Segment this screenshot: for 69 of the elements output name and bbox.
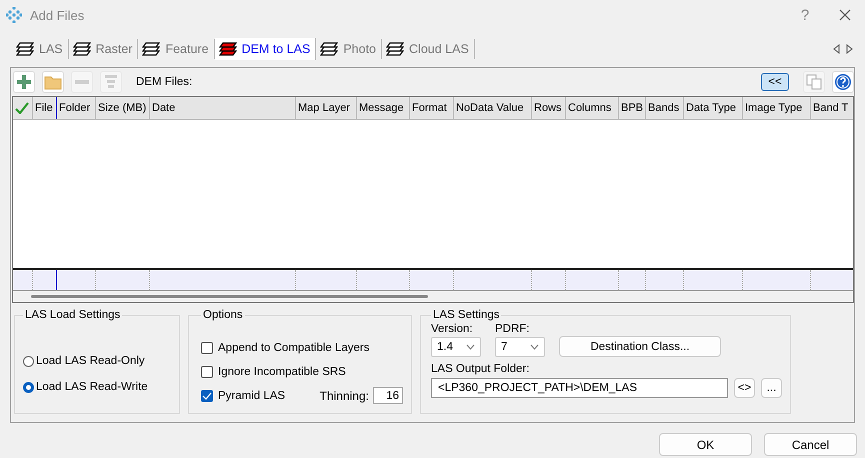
tab[interactable]: LAS bbox=[12, 39, 69, 59]
variable-button[interactable]: <> bbox=[734, 378, 755, 398]
checkbox-option[interactable]: Ignore Incompatible SRS bbox=[201, 366, 346, 378]
layers-icon bbox=[72, 42, 91, 56]
thinning-field[interactable]: 16 bbox=[373, 387, 403, 404]
scrollbar[interactable] bbox=[31, 295, 428, 298]
open-folder-button[interactable] bbox=[42, 71, 64, 93]
layers-icon bbox=[320, 42, 338, 56]
tab-scroll-right-icon[interactable] bbox=[846, 44, 853, 54]
column-header[interactable]: Columns bbox=[566, 97, 619, 119]
tab[interactable]: Feature bbox=[138, 39, 215, 59]
chevron-down-icon bbox=[466, 344, 475, 350]
layers-icon bbox=[218, 42, 237, 56]
radio-option[interactable]: Load LAS Read-Write bbox=[23, 381, 171, 393]
plus-icon bbox=[16, 74, 32, 90]
column-header[interactable]: Data Type bbox=[684, 97, 743, 119]
output-folder-field[interactable]: <LP360_PROJECT_PATH>\DEM_LAS bbox=[431, 378, 728, 398]
dialog-button[interactable]: Cancel bbox=[764, 433, 857, 456]
thinning-label: Thinning: bbox=[320, 388, 369, 402]
output-folder-label: LAS Output Folder: bbox=[431, 363, 530, 375]
help-icon bbox=[834, 73, 852, 91]
column-header[interactable]: BPB bbox=[619, 97, 646, 119]
version-label: Version: bbox=[431, 323, 474, 335]
tab[interactable]: Cloud LAS bbox=[382, 39, 475, 59]
checkbox-option[interactable]: Pyramid LAS bbox=[201, 390, 286, 402]
check-icon bbox=[15, 102, 29, 114]
column-header[interactable]: Date bbox=[150, 97, 296, 119]
chevron-down-icon bbox=[530, 344, 539, 350]
destination-class-button[interactable]: Destination Class... bbox=[559, 336, 721, 357]
app-icon bbox=[6, 7, 22, 23]
column-header[interactable] bbox=[13, 97, 33, 119]
column-header[interactable]: Bands bbox=[646, 97, 684, 119]
tab[interactable]: Raster bbox=[68, 39, 138, 59]
group-title: Options bbox=[202, 309, 244, 321]
filter-icon bbox=[103, 74, 119, 90]
column-header[interactable]: Image Type bbox=[743, 97, 811, 119]
column-header[interactable]: Size (MB) bbox=[96, 97, 150, 119]
tab-scroll-left-icon[interactable] bbox=[833, 44, 840, 54]
group-title: LAS Settings bbox=[432, 309, 500, 321]
tab[interactable]: Photo bbox=[316, 39, 382, 59]
collapse-button[interactable]: << bbox=[761, 73, 789, 91]
tab[interactable]: DEM to LAS bbox=[214, 38, 316, 60]
dem-files-label: DEM Files: bbox=[136, 76, 192, 88]
pdrf-label: PDRF: bbox=[495, 323, 530, 335]
checkbox-option[interactable]: Append to Compatible Layers bbox=[201, 342, 370, 354]
layers-icon bbox=[16, 42, 34, 56]
column-header[interactable]: Rows bbox=[532, 97, 566, 119]
group-title: LAS Load Settings bbox=[24, 309, 122, 321]
column-header[interactable]: Format bbox=[410, 97, 454, 119]
folder-icon bbox=[44, 74, 62, 90]
version-dropdown[interactable]: 1.4 bbox=[431, 337, 481, 357]
pdrf-dropdown[interactable]: 7 bbox=[495, 337, 545, 357]
layers-icon bbox=[386, 42, 404, 56]
layers-icon bbox=[142, 42, 160, 56]
help-button[interactable] bbox=[832, 71, 854, 93]
column-header[interactable]: Message bbox=[357, 97, 410, 119]
tick-icon bbox=[202, 392, 212, 400]
column-header[interactable]: Band T bbox=[811, 97, 853, 119]
column-header[interactable]: Map Layer bbox=[296, 97, 357, 119]
column-header[interactable]: Folder bbox=[57, 97, 96, 119]
column-header[interactable]: NoData Value bbox=[454, 97, 532, 119]
dialog-button[interactable]: OK bbox=[659, 433, 752, 456]
radio-option[interactable]: Load LAS Read-Only bbox=[23, 355, 171, 367]
add-button[interactable] bbox=[13, 71, 35, 93]
window-title: Add Files bbox=[30, 8, 84, 22]
close-icon bbox=[839, 9, 851, 21]
copy-icon bbox=[806, 74, 822, 90]
browse-button[interactable]: ... bbox=[761, 378, 782, 398]
column-header[interactable]: File bbox=[33, 97, 57, 119]
